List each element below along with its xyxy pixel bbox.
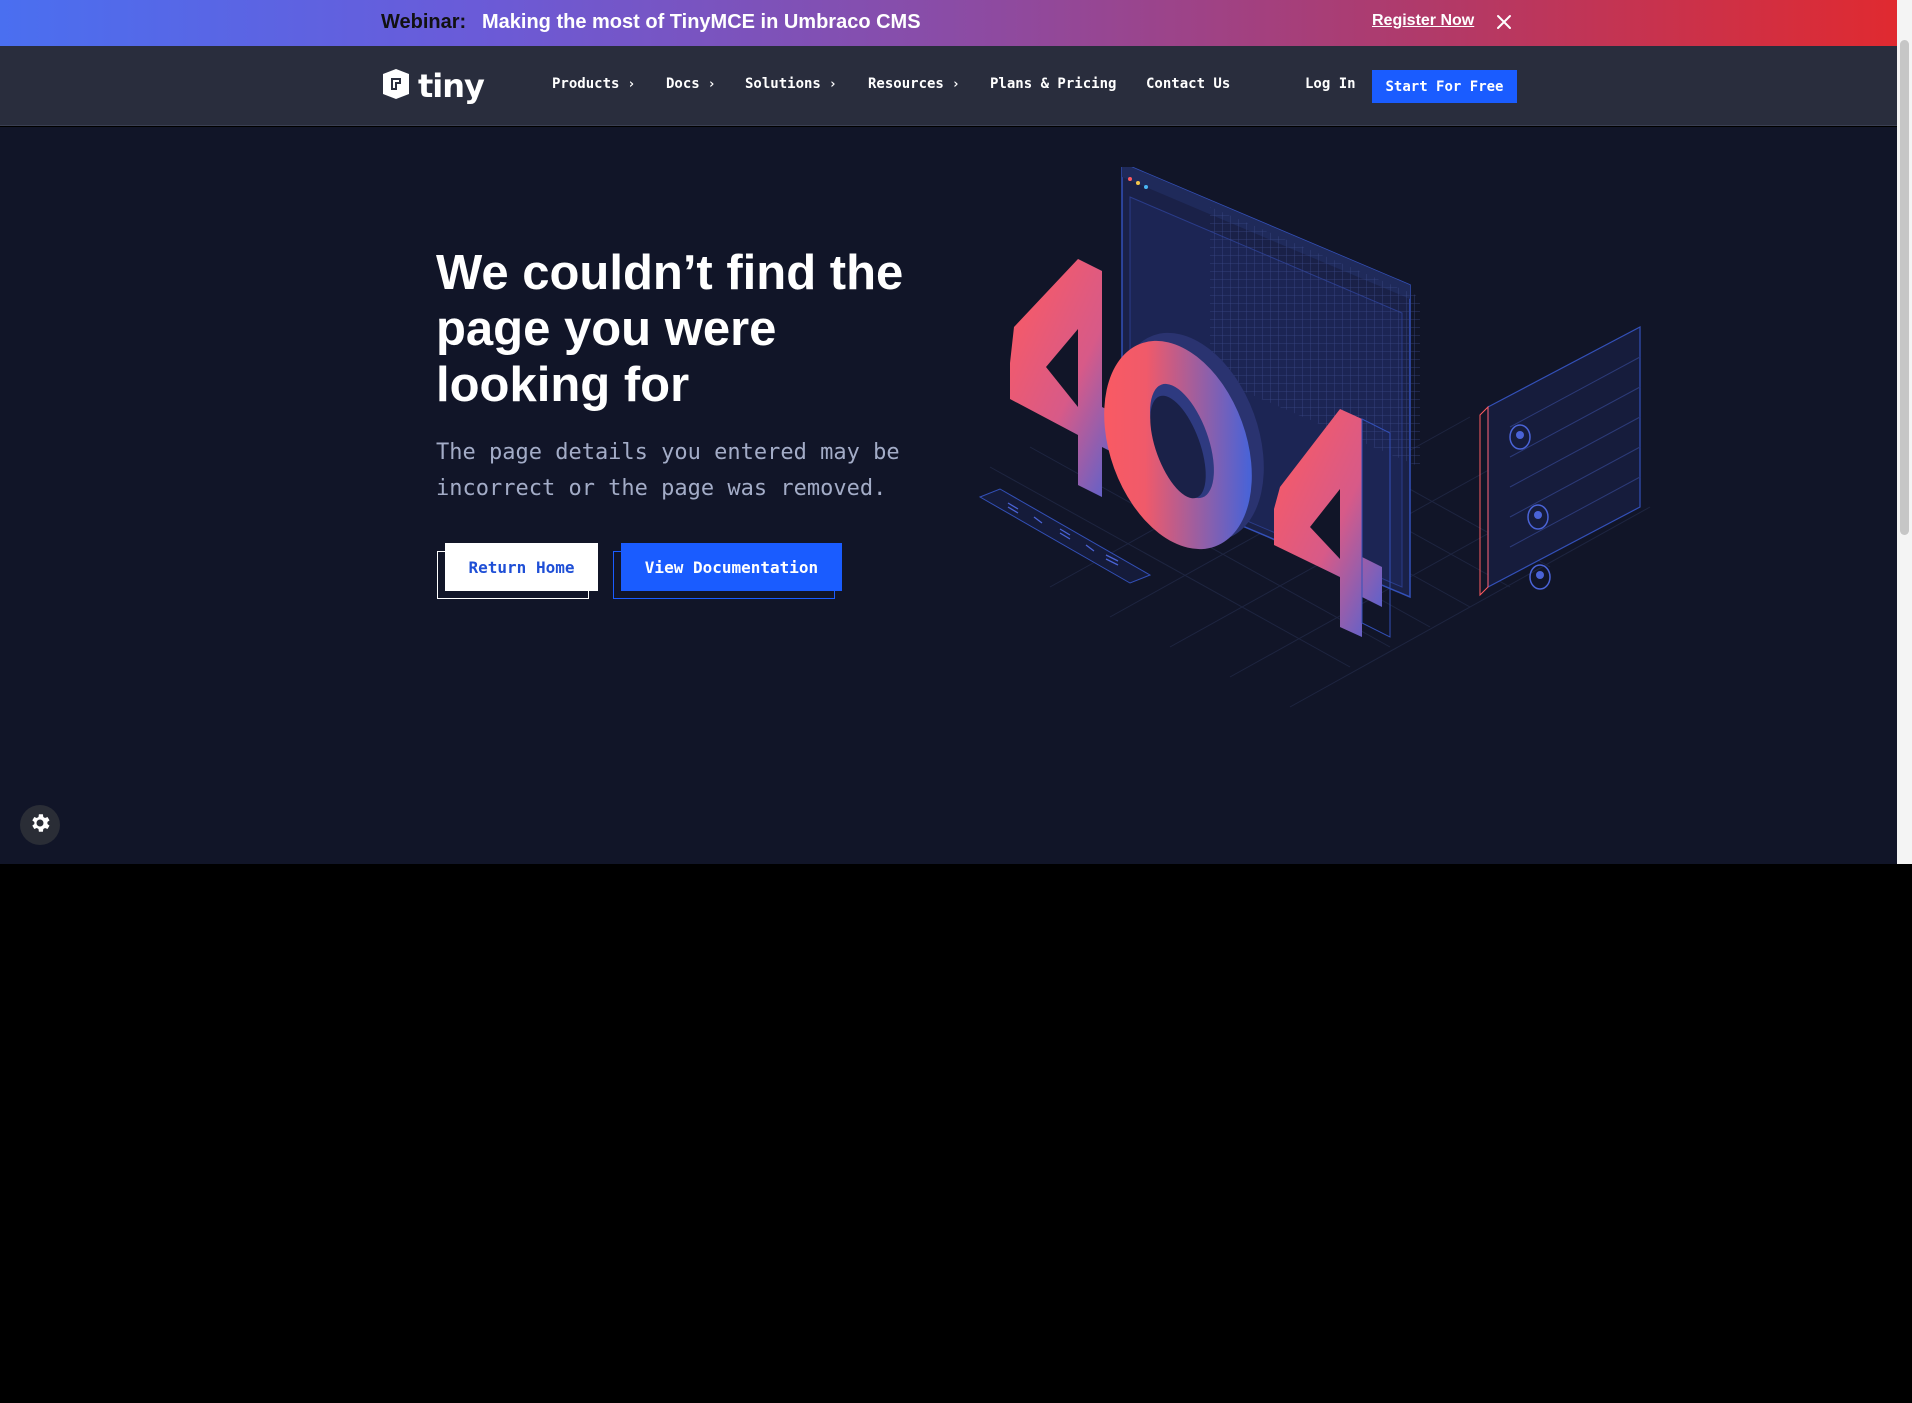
- tiny-logo-icon: [380, 68, 412, 105]
- register-now-link[interactable]: Register Now: [1372, 12, 1474, 30]
- tiny-logo[interactable]: tiny: [380, 67, 485, 105]
- chevron-right-icon: ›: [951, 77, 960, 92]
- nav-item-plans-pricing[interactable]: Plans & Pricing: [990, 76, 1116, 92]
- chevron-right-icon: ›: [627, 77, 636, 92]
- return-home-button[interactable]: Return Home: [445, 543, 598, 591]
- digit-four-left: [1010, 259, 1122, 497]
- nav-item-label: Products: [552, 76, 620, 92]
- chevron-right-icon: ›: [828, 77, 837, 92]
- logo-text: tiny: [418, 67, 485, 105]
- page-title: We couldn’t find the page you were looki…: [436, 246, 904, 412]
- keyboard-strip: [978, 488, 1152, 584]
- top-navigation: tiny Products › Docs › Solutions › Resource…: [0, 46, 1897, 126]
- nav-item-contact-us[interactable]: Contact Us: [1146, 76, 1230, 92]
- gear-icon: [28, 811, 52, 840]
- 404-illustration: [978, 167, 1651, 708]
- nav-item-label: Solutions: [745, 76, 821, 92]
- settings-button[interactable]: [20, 805, 60, 845]
- close-icon[interactable]: [1494, 12, 1514, 32]
- nav-item-products[interactable]: Products ›: [552, 76, 635, 92]
- chevron-right-icon: ›: [707, 77, 716, 92]
- side-panel: [1479, 326, 1641, 597]
- error-hero: We couldn’t find the page you were looki…: [0, 127, 1897, 864]
- banner-label: Webinar:: [381, 11, 467, 33]
- view-documentation-button[interactable]: View Documentation: [621, 543, 842, 591]
- nav-item-docs[interactable]: Docs ›: [666, 76, 716, 92]
- webinar-banner: Webinar: Making the most of TinyMCE in U…: [0, 0, 1897, 46]
- nav-item-label: Docs: [666, 76, 700, 92]
- scrollbar-thumb[interactable]: [1900, 40, 1909, 535]
- login-link[interactable]: Log In: [1305, 76, 1356, 92]
- banner-title: Making the most of TinyMCE in Umbraco CM…: [482, 11, 921, 33]
- nav-item-resources[interactable]: Resources ›: [868, 76, 960, 92]
- nav-item-solutions[interactable]: Solutions ›: [745, 76, 837, 92]
- error-description: The page details you entered may be inco…: [436, 440, 900, 501]
- start-for-free-button[interactable]: Start For Free: [1372, 70, 1517, 103]
- nav-item-label: Resources: [868, 76, 944, 92]
- page-scrollbar[interactable]: [1897, 0, 1912, 864]
